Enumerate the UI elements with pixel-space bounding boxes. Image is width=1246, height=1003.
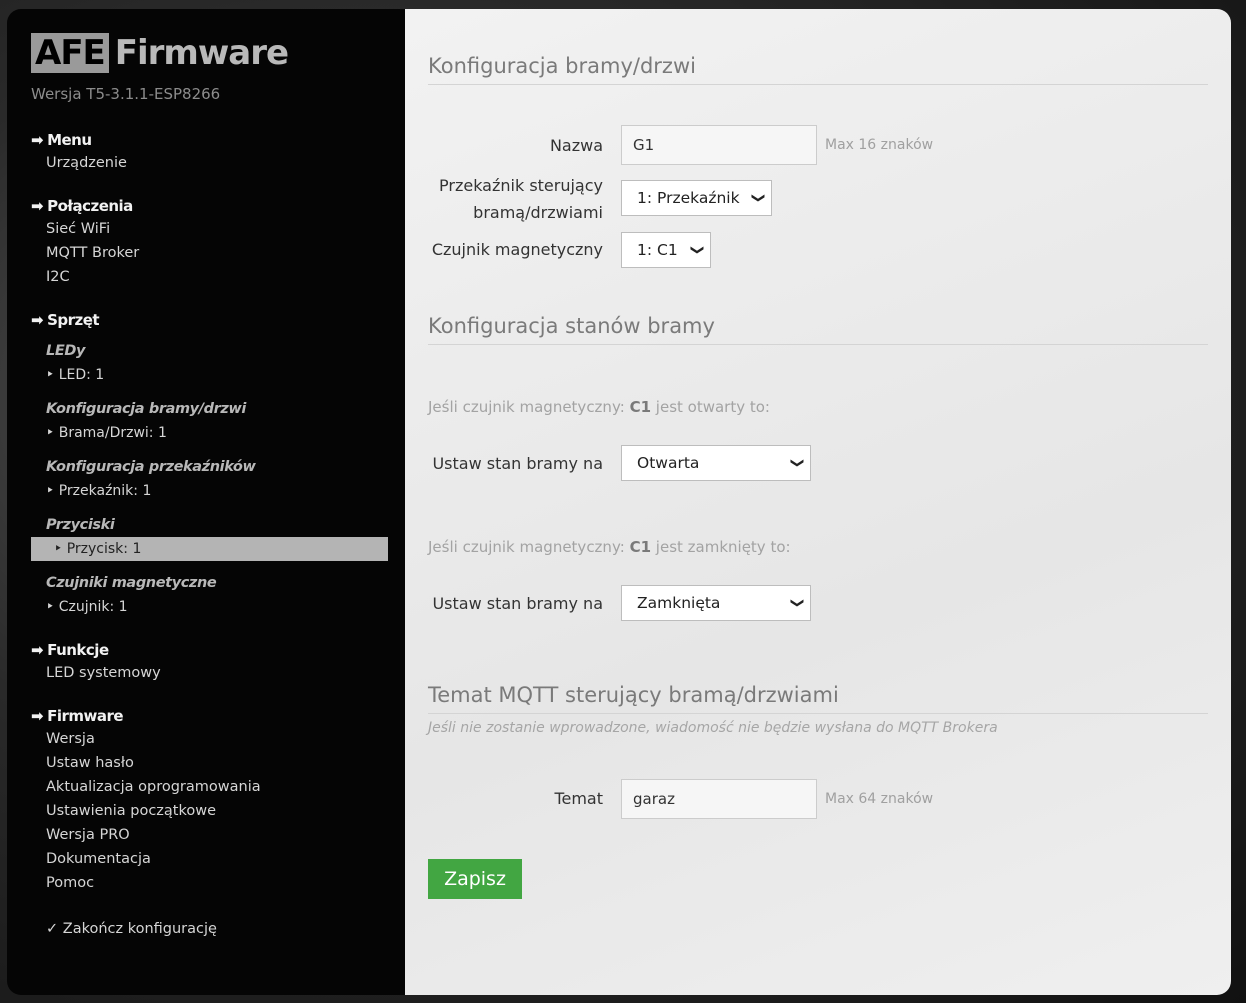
open-state-select[interactable]: Otwarta ❯ bbox=[621, 445, 811, 481]
topic-input[interactable]: garaz bbox=[621, 779, 817, 819]
arrow-right-icon: ➡ bbox=[31, 707, 44, 725]
nav-section-label: Połączenia bbox=[47, 197, 133, 215]
nav-item-relay-1[interactable]: ‣ Przekaźnik: 1 bbox=[31, 479, 381, 503]
sensor-label: Czujnik magnetyczny bbox=[431, 240, 603, 259]
finish-config-link[interactable]: ✓ Zakończ konfigurację bbox=[31, 917, 381, 941]
name-hint: Max 16 znaków bbox=[825, 137, 934, 153]
open-state-label: Ustaw stan bramy na bbox=[432, 454, 603, 473]
nav-group-sensors[interactable]: Czujniki magnetyczne bbox=[31, 571, 381, 595]
condition-prefix: Jeśli czujnik magnetyczny: bbox=[428, 538, 625, 556]
condition-sensor: C1 bbox=[629, 398, 652, 416]
app-window: AFE Firmware Wersja T5-3.1.1-ESP8266 ➡ Me… bbox=[7, 9, 1231, 995]
open-condition: Jeśli czujnik magnetyczny: C1 jest otwar… bbox=[428, 398, 770, 416]
relay-label-line2: bramą/drzwiami bbox=[473, 203, 603, 222]
nav-item-dokumentacja[interactable]: Dokumentacja bbox=[31, 847, 381, 871]
nav-item-wersja-pro[interactable]: Wersja PRO bbox=[31, 823, 381, 847]
sensor-select[interactable]: 1: C1 ❯ bbox=[621, 232, 711, 268]
nav-item-aktualizacja[interactable]: Aktualizacja oprogramowania bbox=[31, 775, 381, 799]
relay-select-value: 1: Przekaźnik bbox=[637, 189, 740, 207]
nav-group-leds[interactable]: LEDy bbox=[31, 339, 381, 363]
relay-select[interactable]: 1: Przekaźnik ❯ bbox=[621, 180, 772, 216]
nav-item-wersja[interactable]: Wersja bbox=[31, 727, 381, 751]
name-label: Nazwa bbox=[549, 136, 603, 155]
nav-group-relays[interactable]: Konfiguracja przekaźników bbox=[31, 455, 381, 479]
firmware-version: Wersja T5-3.1.1-ESP8266 bbox=[31, 85, 221, 103]
logo-box: AFE bbox=[31, 33, 109, 73]
nav-section-polaczenia: ➡ Połączenia bbox=[31, 195, 381, 217]
chevron-down-icon: ❯ bbox=[789, 597, 805, 609]
nav-item-button-1[interactable]: ‣ Przycisk: 1 bbox=[31, 537, 388, 561]
arrow-right-icon: ➡ bbox=[31, 131, 44, 149]
arrow-right-icon: ➡ bbox=[31, 197, 44, 215]
condition-suffix: jest otwarty to: bbox=[655, 398, 770, 416]
nav-item-sensor-1[interactable]: ‣ Czujnik: 1 bbox=[31, 595, 381, 619]
section-title-states: Konfiguracja stanów bramy bbox=[428, 314, 1208, 345]
nav-item-i2c[interactable]: I2C bbox=[31, 265, 381, 289]
nav-item-wifi[interactable]: Sieć WiFi bbox=[31, 217, 381, 241]
topic-label: Temat bbox=[554, 789, 603, 808]
condition-suffix: jest zamknięty to: bbox=[655, 538, 791, 556]
nav-item-ustawienia[interactable]: Ustawienia początkowe bbox=[31, 799, 381, 823]
closed-state-value: Zamknięta bbox=[637, 594, 721, 612]
closed-state-select[interactable]: Zamknięta ❯ bbox=[621, 585, 811, 621]
nav-section-label: Sprzęt bbox=[47, 311, 100, 329]
nav-item-urzadzenie[interactable]: Urządzenie bbox=[31, 151, 381, 175]
logo: AFE Firmware bbox=[31, 33, 289, 73]
section-title-gate: Konfiguracja bramy/drzwi bbox=[428, 54, 1208, 85]
nav-item-gate-1[interactable]: ‣ Brama/Drzwi: 1 bbox=[31, 421, 381, 445]
chevron-down-icon: ❯ bbox=[689, 244, 705, 256]
nav-section-sprzet: ➡ Sprzęt bbox=[31, 309, 381, 331]
arrow-right-icon: ➡ bbox=[31, 311, 44, 329]
open-state-value: Otwarta bbox=[637, 454, 700, 472]
arrow-right-icon: ➡ bbox=[31, 641, 44, 659]
sidebar-nav: ➡ Menu Urządzenie ➡ Połączenia Sieć WiFi M… bbox=[31, 129, 388, 941]
closed-condition: Jeśli czujnik magnetyczny: C1 jest zamkn… bbox=[428, 538, 791, 556]
sidebar: AFE Firmware Wersja T5-3.1.1-ESP8266 ➡ Me… bbox=[7, 9, 405, 995]
main-content: Konfiguracja bramy/drzwi Nazwa G1 Max 16… bbox=[405, 9, 1231, 995]
closed-state-label: Ustaw stan bramy na bbox=[432, 594, 603, 613]
save-button[interactable]: Zapisz bbox=[428, 859, 522, 899]
nav-section-firmware: ➡ Firmware bbox=[31, 705, 381, 727]
relay-label-line1: Przekaźnik sterujący bbox=[439, 176, 603, 195]
logo-text: Firmware bbox=[114, 33, 289, 73]
nav-group-gate[interactable]: Konfiguracja bramy/drzwi bbox=[31, 397, 381, 421]
nav-section-label: Menu bbox=[47, 131, 92, 149]
nav-item-haslo[interactable]: Ustaw hasło bbox=[31, 751, 381, 775]
section-title-mqtt: Temat MQTT sterujący bramą/drzwiami bbox=[428, 683, 1208, 714]
nav-item-pomoc[interactable]: Pomoc bbox=[31, 871, 381, 895]
nav-item-led-system[interactable]: LED systemowy bbox=[31, 661, 381, 685]
name-input[interactable]: G1 bbox=[621, 125, 817, 165]
nav-item-led-1[interactable]: ‣ LED: 1 bbox=[31, 363, 381, 387]
condition-sensor: C1 bbox=[629, 538, 652, 556]
nav-section-label: Funkcje bbox=[47, 641, 109, 659]
nav-item-mqtt-broker[interactable]: MQTT Broker bbox=[31, 241, 381, 265]
nav-section-funkcje: ➡ Funkcje bbox=[31, 639, 381, 661]
sensor-select-value: 1: C1 bbox=[637, 241, 678, 259]
nav-section-label: Firmware bbox=[47, 707, 124, 725]
condition-prefix: Jeśli czujnik magnetyczny: bbox=[428, 398, 625, 416]
chevron-down-icon: ❯ bbox=[789, 457, 805, 469]
chevron-down-icon: ❯ bbox=[750, 192, 766, 204]
nav-section-menu: ➡ Menu bbox=[31, 129, 381, 151]
nav-group-buttons[interactable]: Przyciski bbox=[31, 513, 381, 537]
mqtt-note: Jeśli nie zostanie wprowadzone, wiadomoś… bbox=[428, 720, 998, 736]
topic-hint: Max 64 znaków bbox=[825, 791, 934, 807]
